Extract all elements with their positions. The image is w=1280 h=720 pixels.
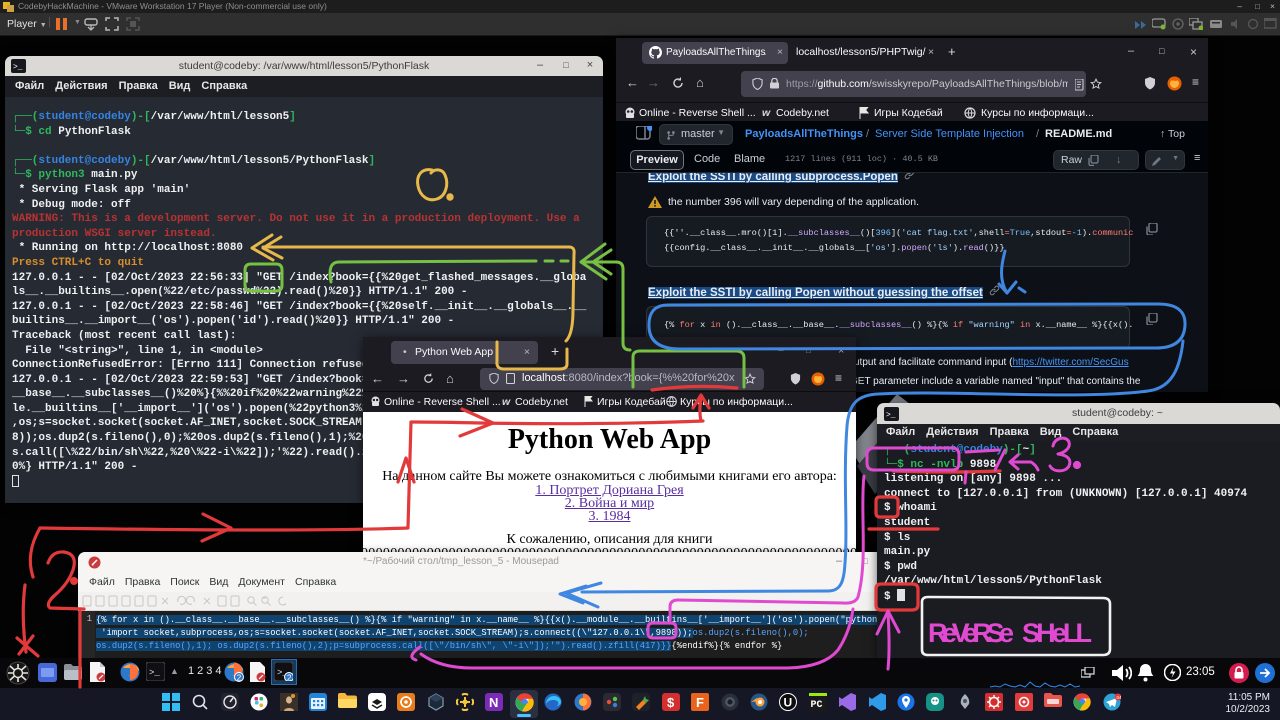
svg-text:U: U — [784, 696, 793, 710]
svg-text:$: $ — [667, 695, 675, 710]
svg-text:.04: .04 — [1115, 695, 1121, 700]
svg-text:>_: >_ — [886, 411, 896, 420]
svg-text:2: 2 — [287, 674, 292, 682]
svg-text:PC: PC — [811, 700, 823, 711]
svg-text:F: F — [696, 695, 704, 710]
svg-text:>_: >_ — [149, 668, 160, 678]
svg-text:N: N — [489, 695, 498, 710]
svg-text:2: 2 — [237, 674, 242, 683]
svg-text:>_: >_ — [13, 63, 23, 72]
